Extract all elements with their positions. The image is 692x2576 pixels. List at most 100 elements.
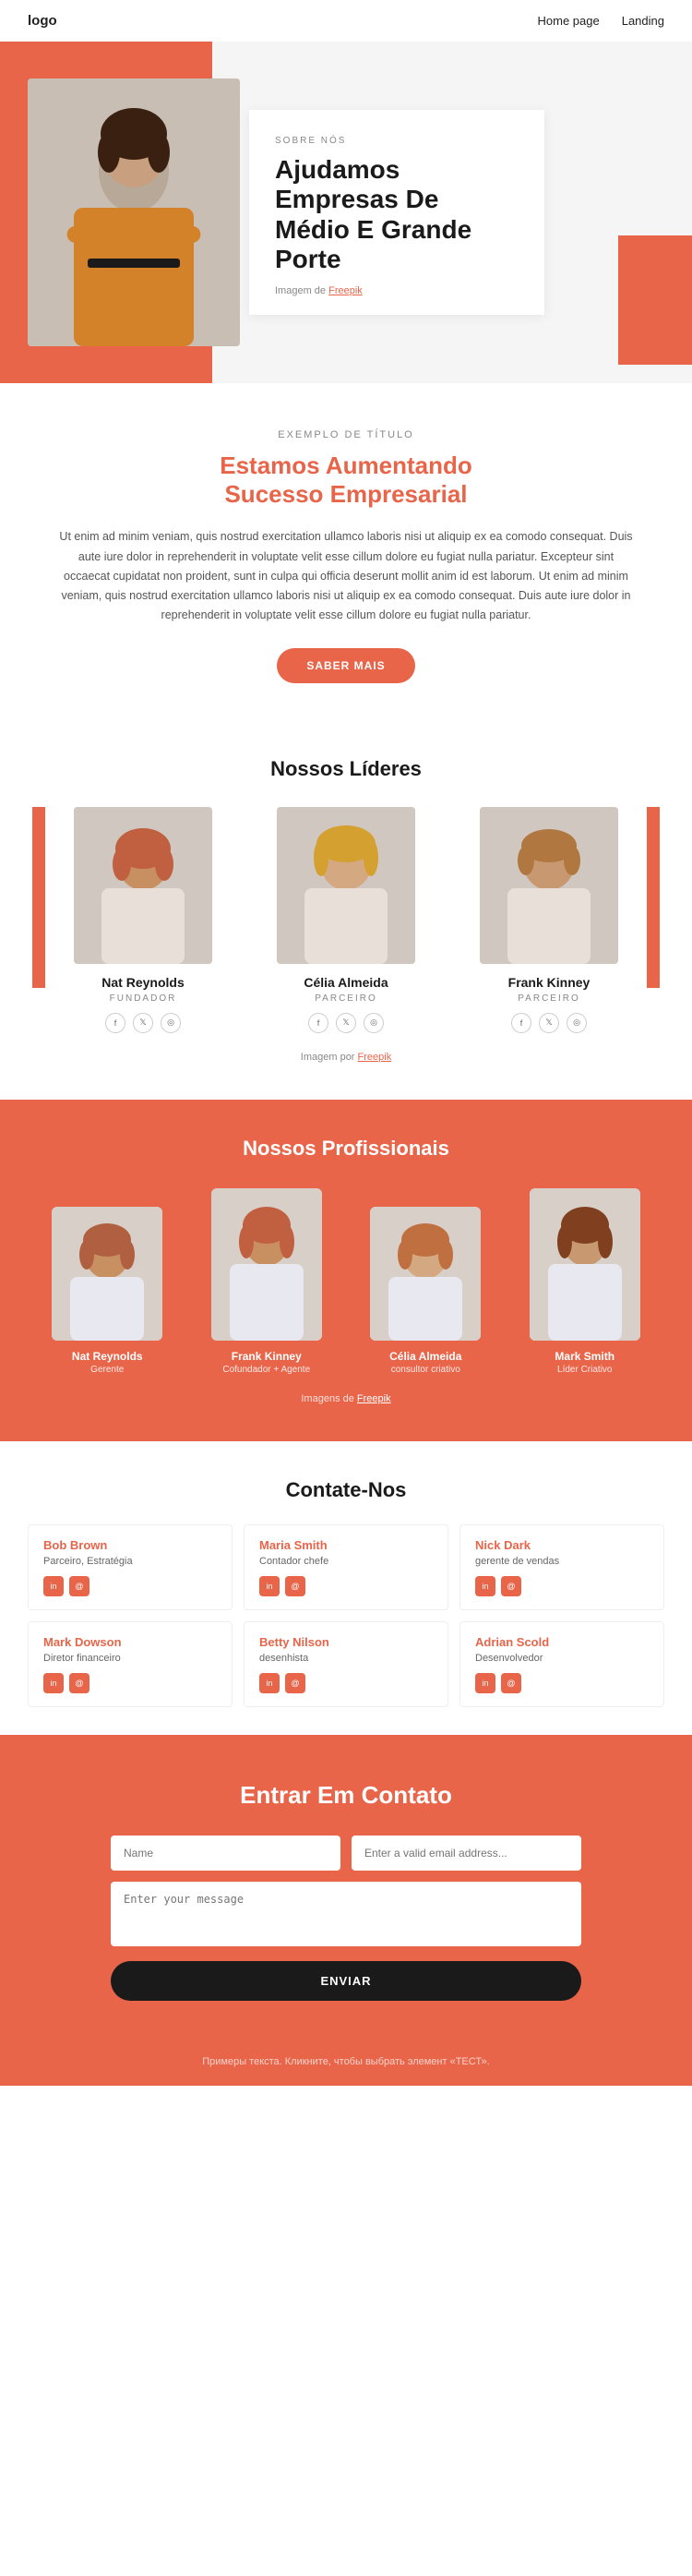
prof-photo-3 [530, 1188, 640, 1341]
contact-role-4: desenhista [259, 1653, 433, 1664]
leader-name-0: Nat Reynolds [51, 975, 235, 990]
mail-icon[interactable]: @ [501, 1673, 521, 1693]
leader-card-0: Nat Reynolds FUNDADOR f 𝕏 ◎ [42, 807, 245, 1033]
mail-icon[interactable]: @ [285, 1673, 305, 1693]
leader-photo-2 [480, 807, 618, 964]
mail-icon[interactable]: @ [69, 1673, 89, 1693]
contact-name-2: Nick Dark [475, 1538, 649, 1552]
prof-photo-0 [52, 1207, 162, 1341]
contact-card-4: Betty Nilson desenhista in @ [244, 1621, 448, 1707]
leader-card-1: Célia Almeida PARCEIRO f 𝕏 ◎ [245, 807, 447, 1033]
navigation: logo Home page Landing [0, 0, 692, 42]
contact-social-1: in @ [259, 1576, 433, 1596]
mail-icon[interactable]: @ [501, 1576, 521, 1596]
leader-role-0: FUNDADOR [51, 993, 235, 1004]
contact-grid: Bob Brown Parceiro, Estratégia in @ Mari… [28, 1524, 664, 1707]
hero-credit-link[interactable]: Freepik [328, 285, 363, 296]
linkedin-icon[interactable]: in [259, 1576, 280, 1596]
linkedin-icon[interactable]: in [475, 1673, 495, 1693]
contact-name-1: Maria Smith [259, 1538, 433, 1552]
contact-role-2: gerente de vendas [475, 1556, 649, 1567]
prof-role-0: Gerente [35, 1365, 180, 1375]
hero-eyebrow: SOBRE NÓS [275, 136, 519, 146]
professionals-credit-link[interactable]: Freepik [357, 1393, 391, 1404]
professionals-title: Nossos Profissionais [28, 1137, 664, 1161]
hero-section: SOBRE NÓS Ajudamos Empresas De Médio E G… [0, 42, 692, 383]
name-input[interactable] [111, 1836, 340, 1871]
leader-socials-0: f 𝕏 ◎ [51, 1013, 235, 1033]
leader-photo-0 [74, 807, 212, 964]
prof-photo-1 [211, 1188, 322, 1341]
message-input[interactable] [111, 1882, 581, 1946]
learn-more-button[interactable]: SABER MAIS [277, 648, 414, 683]
section-body: Ut enim ad minim veniam, quis nostrud ex… [0, 527, 692, 625]
submit-button[interactable]: ENVIAR [111, 1961, 581, 2001]
section-heading-line2: Sucesso Empresarial [224, 480, 467, 508]
linkedin-icon[interactable]: in [43, 1576, 64, 1596]
leader-role-1: PARCEIRO [254, 993, 438, 1004]
leader-socials-1: f 𝕏 ◎ [254, 1013, 438, 1033]
prof-name-0: Nat Reynolds [35, 1350, 180, 1363]
form-section: Entrar Em Contato ENVIAR [0, 1735, 692, 2047]
contact-role-0: Parceiro, Estratégia [43, 1556, 217, 1567]
leaders-title: Nossos Líderes [28, 757, 664, 781]
contact-name-3: Mark Dowson [43, 1635, 217, 1649]
contact-card-5: Adrian Scold Desenvolvedor in @ [459, 1621, 664, 1707]
facebook-icon[interactable]: f [308, 1013, 328, 1033]
contact-social-5: in @ [475, 1673, 649, 1693]
professionals-credit-text: Imagens de [301, 1393, 357, 1404]
mail-icon[interactable]: @ [69, 1576, 89, 1596]
leaders-grid: Nat Reynolds FUNDADOR f 𝕏 ◎ Célia Almeid [28, 807, 664, 1033]
nav-home[interactable]: Home page [538, 14, 600, 28]
hero-credit-text: Imagem de [275, 285, 328, 296]
contact-social-3: in @ [43, 1673, 217, 1693]
contact-role-1: Contador chefe [259, 1556, 433, 1567]
contact-social-2: in @ [475, 1576, 649, 1596]
contact-social-4: in @ [259, 1673, 433, 1693]
instagram-icon[interactable]: ◎ [364, 1013, 384, 1033]
email-input[interactable] [352, 1836, 581, 1871]
professionals-credit: Imagens de Freepik [28, 1393, 664, 1404]
hero-content: SOBRE NÓS Ajudamos Empresas De Médio E G… [249, 110, 544, 315]
prof-role-1: Cofundador + Agente [195, 1365, 340, 1375]
contact-card-3: Mark Dowson Diretor financeiro in @ [28, 1621, 233, 1707]
section-heading-line1: Estamos Aumentando [220, 451, 472, 479]
leader-name-2: Frank Kinney [457, 975, 641, 990]
hero-title: Ajudamos Empresas De Médio E Grande Port… [275, 155, 519, 274]
hero-image [28, 78, 240, 346]
contact-name-4: Betty Nilson [259, 1635, 433, 1649]
form-title: Entrar Em Contato [111, 1781, 581, 1810]
leader-socials-2: f 𝕏 ◎ [457, 1013, 641, 1033]
facebook-icon[interactable]: f [511, 1013, 531, 1033]
prof-card-1: Frank Kinney Cofundador + Agente [187, 1188, 347, 1375]
leader-name-1: Célia Almeida [254, 975, 438, 990]
section-eyebrow: EXEMPLO DE TÍTULO [55, 429, 637, 440]
contact-title: Contate-Nos [28, 1478, 664, 1502]
twitter-icon[interactable]: 𝕏 [336, 1013, 356, 1033]
linkedin-icon[interactable]: in [43, 1673, 64, 1693]
professionals-grid: Nat Reynolds Gerente Frank Kinney Cofund… [28, 1188, 664, 1375]
twitter-icon[interactable]: 𝕏 [133, 1013, 153, 1033]
linkedin-icon[interactable]: in [259, 1673, 280, 1693]
mail-icon[interactable]: @ [285, 1576, 305, 1596]
prof-name-3: Mark Smith [513, 1350, 658, 1363]
contact-name-5: Adrian Scold [475, 1635, 649, 1649]
section-heading: Estamos Aumentando Sucesso Empresarial [55, 451, 637, 509]
contact-card-0: Bob Brown Parceiro, Estratégia in @ [28, 1524, 233, 1610]
contact-role-3: Diretor financeiro [43, 1653, 217, 1664]
form-row-1 [111, 1836, 581, 1871]
prof-card-0: Nat Reynolds Gerente [28, 1188, 187, 1375]
linkedin-icon[interactable]: in [475, 1576, 495, 1596]
leaders-credit-link[interactable]: Freepik [358, 1052, 392, 1063]
about-section: EXEMPLO DE TÍTULO Estamos Aumentando Suc… [0, 383, 692, 683]
nav-landing[interactable]: Landing [622, 14, 664, 28]
twitter-icon[interactable]: 𝕏 [539, 1013, 559, 1033]
contact-name-0: Bob Brown [43, 1538, 217, 1552]
instagram-icon[interactable]: ◎ [161, 1013, 181, 1033]
leader-role-2: PARCEIRO [457, 993, 641, 1004]
prof-name-1: Frank Kinney [195, 1350, 340, 1363]
facebook-icon[interactable]: f [105, 1013, 125, 1033]
leaders-credit: Imagem por Freepik [28, 1052, 664, 1063]
footer-note: Примеры текста. Кликните, чтобы выбрать … [0, 2047, 692, 2086]
instagram-icon[interactable]: ◎ [567, 1013, 587, 1033]
